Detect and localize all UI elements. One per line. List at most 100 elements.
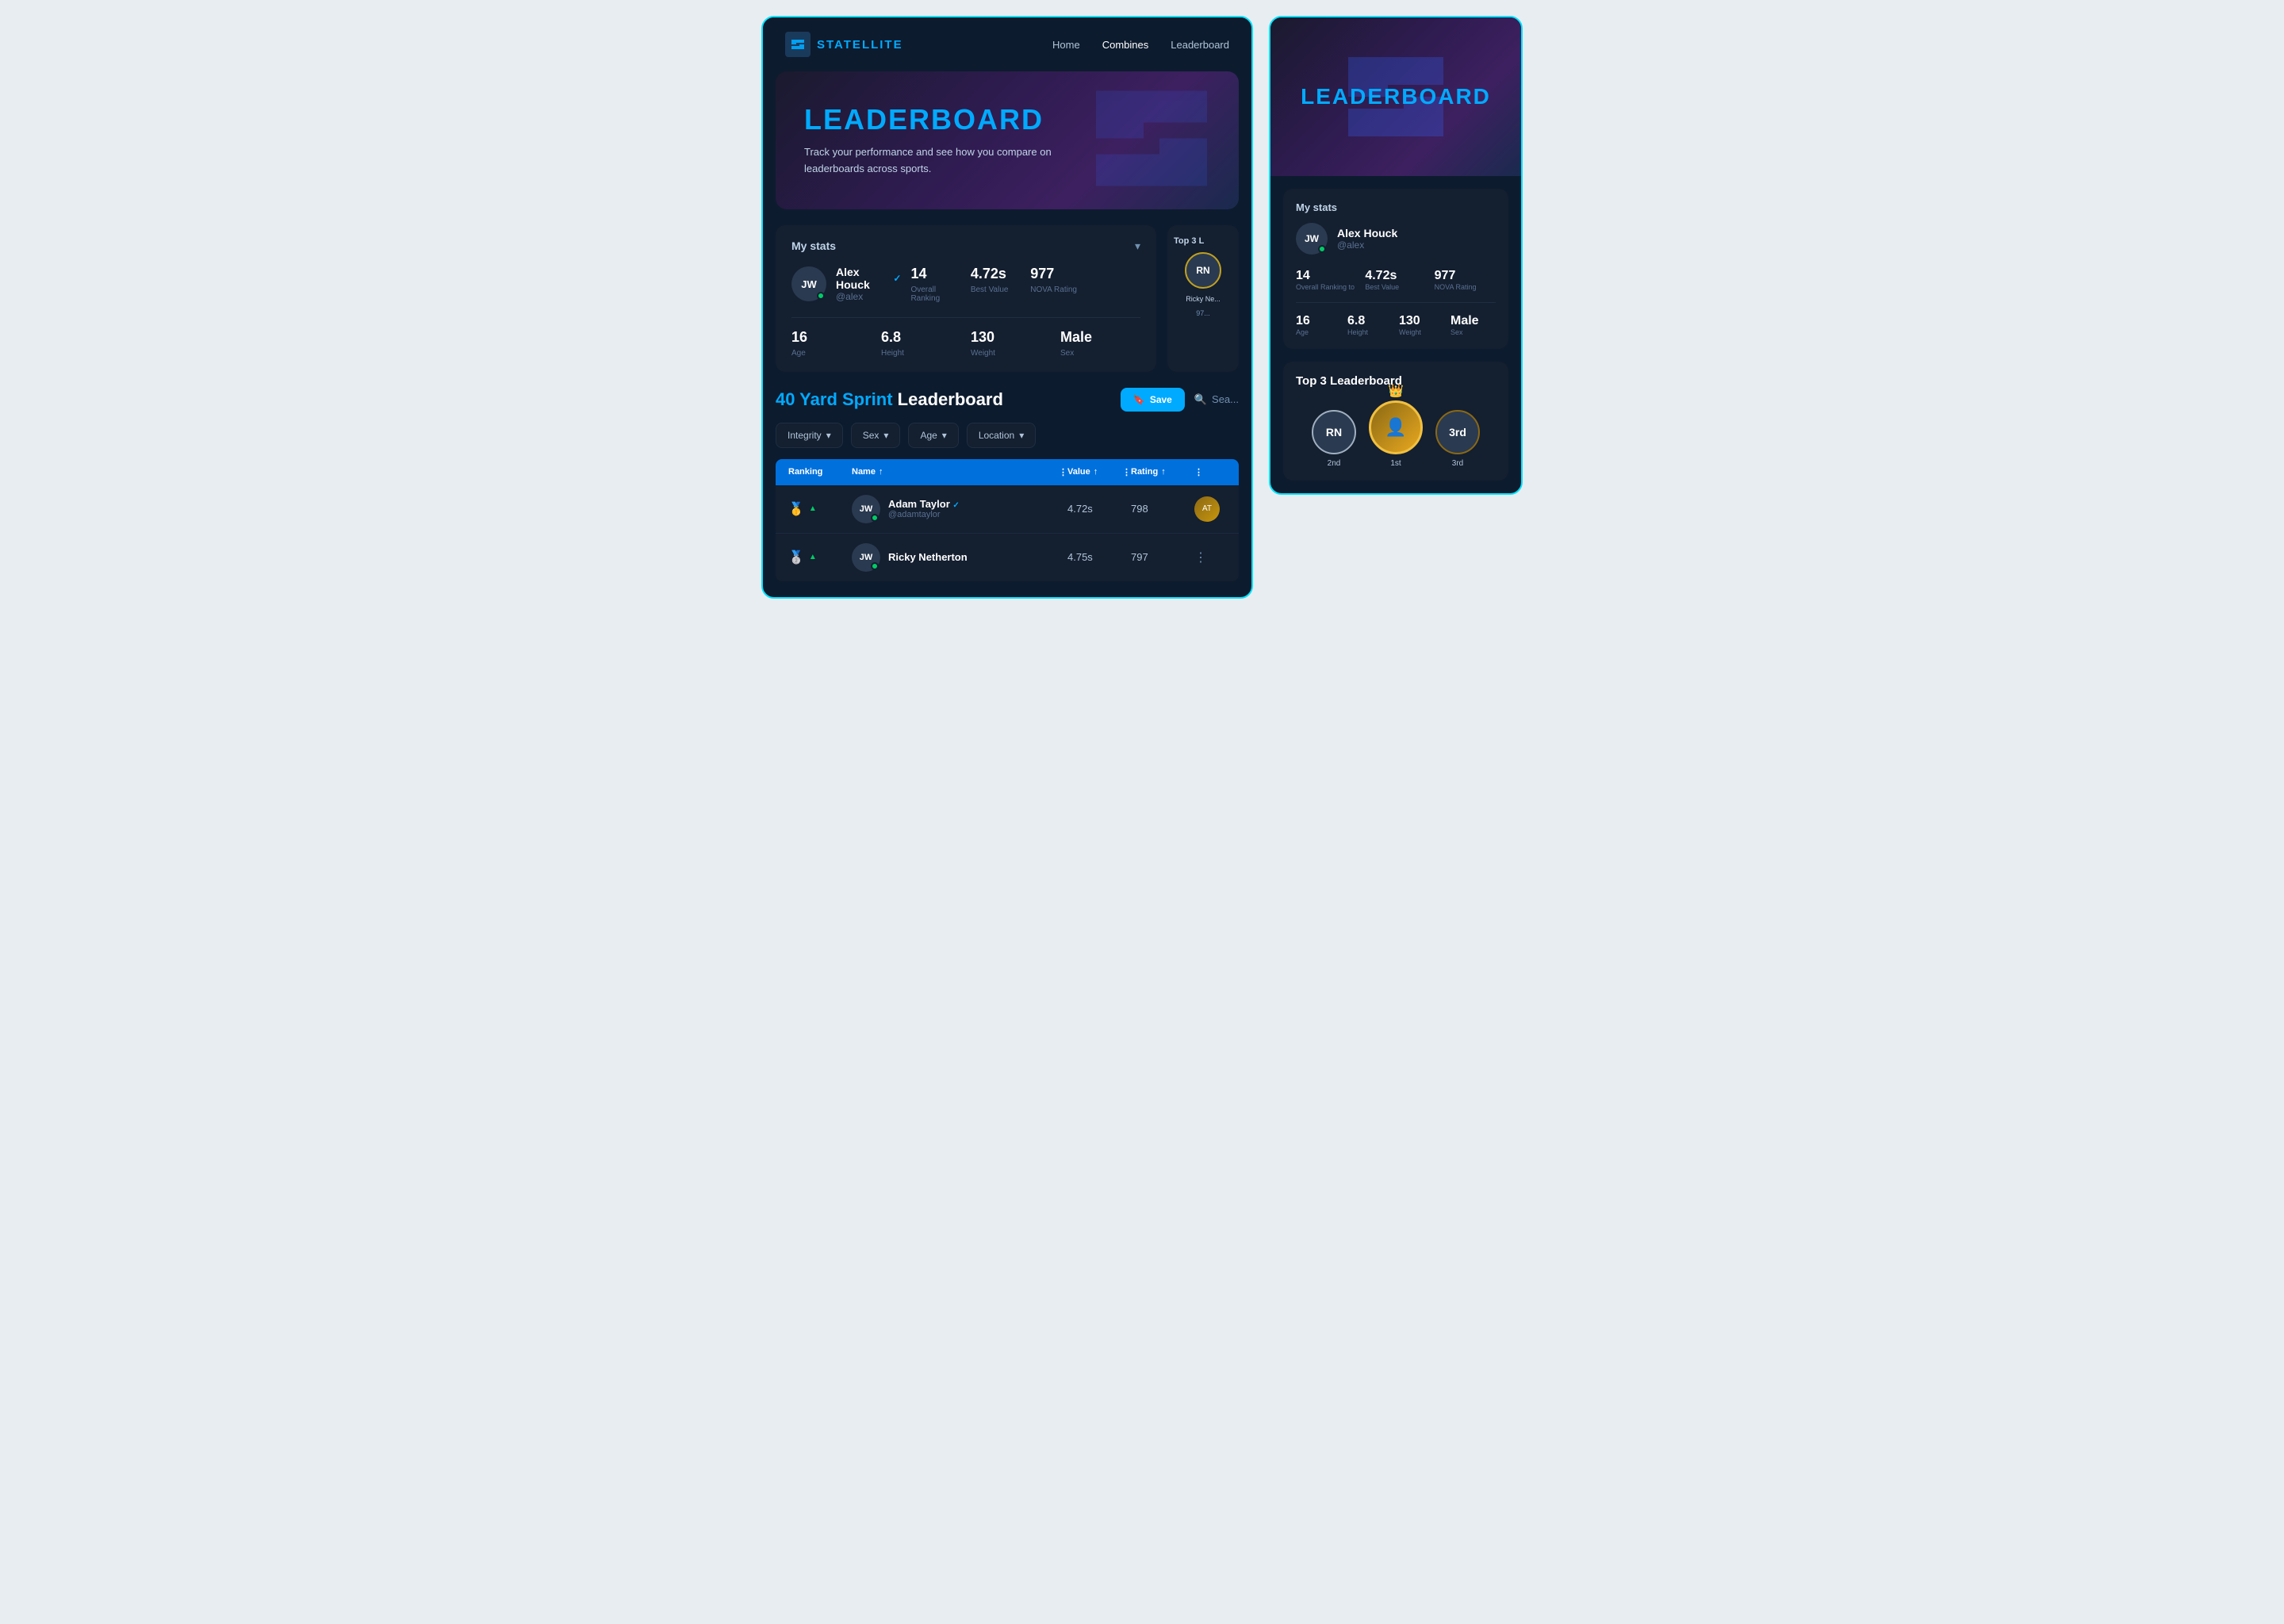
stat-bestvalue: 4.72s Best Value — [971, 266, 1021, 303]
logo-text: STATELLITE — [817, 38, 903, 52]
top-stats-grid: 14 Overall Ranking 4.72s Best Value 977 … — [910, 266, 1140, 303]
leaderboard-header: 40 Yard Sprint Leaderboard 🔖 Save 🔍 Sea.… — [776, 388, 1239, 412]
chevron-down-icon[interactable]: ▾ — [1135, 239, 1140, 253]
side-stat-age: 16 Age — [1296, 314, 1341, 336]
top3-first-avatar: 👤 — [1369, 400, 1423, 454]
side-stat-nova: 977 NOVA Rating — [1435, 269, 1496, 291]
chevron-down-icon: ▾ — [826, 430, 831, 441]
online-badge — [1318, 245, 1326, 253]
stats-section: My stats ▾ JW Alex Houck ✓ @alex — [763, 225, 1251, 388]
top3-avatars: RN 2nd 👑 👤 1st 3rd 3rd — [1296, 400, 1496, 468]
side-avatar: JW — [1296, 223, 1328, 255]
stat-nova: 977 NOVA Rating — [1030, 266, 1080, 303]
chevron-down-icon: ▾ — [1019, 430, 1024, 441]
divider — [1296, 302, 1496, 303]
player-name: Ricky Netherton — [888, 551, 968, 563]
row-options-button[interactable]: AT — [1194, 496, 1226, 522]
leaderboard-actions: 🔖 Save 🔍 Sea... — [1121, 388, 1239, 412]
th-options[interactable]: ⋮ — [1194, 467, 1226, 477]
sort-icon: ↑ — [879, 467, 883, 477]
column-options-icon[interactable]: ⋮ — [1059, 467, 1067, 477]
rank-badge: 🥇 — [788, 501, 804, 517]
value-cell: 4.75s — [1067, 551, 1131, 563]
side-stat-sex: Male Sex — [1450, 314, 1496, 336]
filter-age[interactable]: Age ▾ — [908, 423, 958, 448]
top3-peek: Top 3 L RN Ricky Ne... 97... — [1167, 225, 1239, 372]
main-window: STATELLITE Home Combines Leaderboard LEA… — [761, 16, 1253, 599]
stat-weight: 130 Weight — [971, 329, 1051, 358]
leaderboard-title: 40 Yard Sprint Leaderboard — [776, 389, 1003, 410]
top3-third-name: 3rd — [1452, 459, 1463, 468]
side-user-handle: @alex — [1337, 239, 1397, 251]
navbar: STATELLITE Home Combines Leaderboard — [763, 17, 1251, 71]
player-avatar: JW — [852, 495, 880, 523]
player-cell: JW Adam Taylor ✓ @adamtaylor — [852, 495, 1067, 523]
save-button[interactable]: 🔖 Save — [1121, 388, 1185, 412]
user-row: JW Alex Houck ✓ @alex 14 Overall Ran — [791, 266, 1140, 303]
table-header: Ranking Name ↑ ⋮ Value ↑ ⋮ Rating ↑ ⋮ — [776, 459, 1239, 485]
sort-icon: ↑ — [1094, 467, 1098, 477]
th-name[interactable]: Name ↑ ⋮ — [852, 467, 1067, 477]
player-info: Ricky Netherton — [888, 551, 968, 563]
verified-icon: ✓ — [893, 273, 901, 284]
stat-age: 16 Age — [791, 329, 872, 358]
nav-combines[interactable]: Combines — [1102, 39, 1149, 51]
card-title: My stats — [791, 239, 836, 252]
table-row[interactable]: 🥇 ▲ JW Adam Taylor ✓ @adamtaylor — [776, 485, 1239, 534]
card-header: My stats ▾ — [791, 239, 1140, 253]
th-ranking: Ranking — [788, 467, 852, 477]
top3-first-score: 97... — [1196, 309, 1210, 317]
rank-cell: 🥇 ▲ — [788, 501, 852, 517]
rank-badge: 🥈 — [788, 550, 804, 565]
logo[interactable]: STATELLITE — [785, 32, 903, 57]
user-handle: @alex — [836, 291, 901, 302]
top3-second-avatar: RN — [1312, 410, 1356, 454]
stat-height: 6.8 Height — [881, 329, 961, 358]
side-stat-bestvalue: 4.72s Best Value — [1365, 269, 1426, 291]
side-card-title: My stats — [1296, 201, 1496, 213]
my-stats-card: My stats ▾ JW Alex Houck ✓ @alex — [776, 225, 1156, 372]
top3-first: 👑 👤 1st — [1369, 400, 1423, 468]
online-badge — [817, 292, 825, 300]
divider — [791, 317, 1140, 318]
side-hero-content: LEADERBOARD — [1301, 84, 1491, 109]
top3-second: RN 2nd — [1312, 410, 1356, 468]
player-handle: @adamtaylor — [888, 510, 960, 519]
chevron-down-icon: ▾ — [883, 430, 888, 441]
filter-location[interactable]: Location ▾ — [967, 423, 1036, 448]
nav-home[interactable]: Home — [1052, 39, 1080, 51]
bookmark-icon: 🔖 — [1133, 394, 1145, 405]
filter-integrity[interactable]: Integrity ▾ — [776, 423, 843, 448]
nav-leaderboard[interactable]: Leaderboard — [1171, 39, 1229, 51]
side-stats-section: My stats JW Alex Houck @alex 14 Overall … — [1270, 176, 1521, 493]
player-avatar: JW — [852, 543, 880, 572]
table-row[interactable]: 🥈 ▲ JW Ricky Netherton 4.75s 797 ⋮ — [776, 534, 1239, 581]
nav-links: Home Combines Leaderboard — [1052, 39, 1229, 51]
online-badge — [871, 514, 879, 522]
avatar: JW — [791, 266, 826, 301]
side-top-stats: 14 Overall Ranking to 4.72s Best Value 9… — [1296, 269, 1496, 291]
verified-icon: ✓ — [952, 501, 959, 510]
side-user-name: Alex Houck — [1337, 227, 1397, 239]
user-info: Alex Houck ✓ @alex — [836, 266, 901, 302]
chevron-down-icon: ▾ — [942, 430, 947, 441]
th-value[interactable]: Value ↑ ⋮ — [1067, 467, 1131, 477]
search-area[interactable]: 🔍 Sea... — [1194, 393, 1239, 406]
th-rating[interactable]: Rating ↑ — [1131, 467, 1194, 477]
top3-first-name: Ricky Ne... — [1186, 295, 1221, 303]
filter-sex[interactable]: Sex ▾ — [851, 423, 901, 448]
player-name: Adam Taylor ✓ — [888, 498, 960, 510]
column-options-icon[interactable]: ⋮ — [1122, 467, 1131, 477]
top3-first-name: 1st — [1390, 459, 1401, 468]
leaderboard-table: Ranking Name ↑ ⋮ Value ↑ ⋮ Rating ↑ ⋮ — [776, 459, 1239, 581]
player-info: Adam Taylor ✓ @adamtaylor — [888, 498, 960, 519]
hero-subtitle: Track your performance and see how you c… — [804, 144, 1074, 178]
search-icon: 🔍 — [1194, 393, 1207, 406]
row-options-button[interactable]: ⋮ — [1194, 550, 1226, 565]
side-user-info: Alex Houck @alex — [1337, 227, 1397, 251]
side-bottom-stats: 16 Age 6.8 Height 130 Weight Male Sex — [1296, 314, 1496, 336]
bottom-stats-grid: 16 Age 6.8 Height 130 Weight Male Sex — [791, 329, 1140, 358]
hero-banner: LEADERBOARD Track your performance and s… — [776, 71, 1239, 209]
value-cell: 4.72s — [1067, 503, 1131, 515]
side-hero-title: LEADERBOARD — [1301, 84, 1491, 109]
